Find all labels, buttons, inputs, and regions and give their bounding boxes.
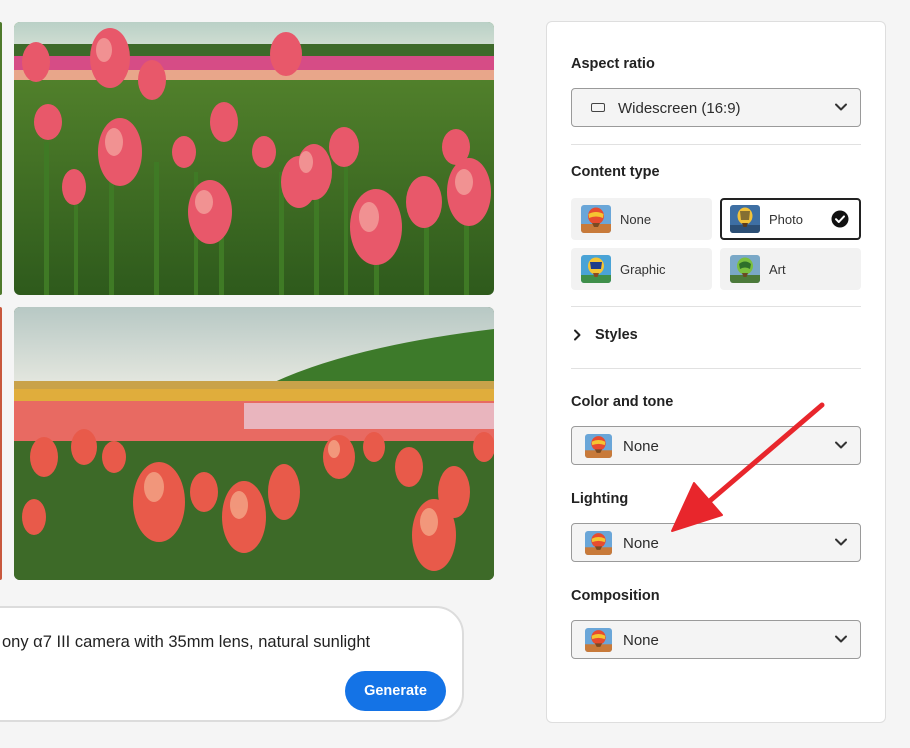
chevron-down-icon <box>835 441 847 449</box>
content-type-none[interactable]: None <box>571 198 712 240</box>
content-type-title: Content type <box>571 164 660 180</box>
balloon-thumbnail-icon <box>581 205 611 233</box>
lighting-value: None <box>623 535 659 552</box>
chevron-right-icon <box>574 329 581 341</box>
content-type-graphic[interactable]: Graphic <box>571 248 712 290</box>
balloon-thumbnail-icon <box>585 434 612 458</box>
settings-panel: Aspect ratio Widescreen (16:9) Content t… <box>546 21 886 723</box>
styles-label: Styles <box>595 327 638 343</box>
content-type-label: Graphic <box>620 262 666 277</box>
balloon-thumbnail-icon <box>585 628 612 652</box>
lighting-dropdown[interactable]: None <box>571 523 861 562</box>
composition-dropdown[interactable]: None <box>571 620 861 659</box>
divider <box>571 368 861 369</box>
content-type-label: None <box>620 212 652 227</box>
partial-image-left-top[interactable] <box>0 22 2 295</box>
divider <box>571 306 861 307</box>
generated-image-tulips-field[interactable] <box>14 307 494 580</box>
content-type-art[interactable]: Art <box>720 248 861 290</box>
color-and-tone-value: None <box>623 438 659 455</box>
chevron-down-icon <box>835 635 847 643</box>
prompt-text[interactable]: ony α7 III camera with 35mm lens, natura… <box>2 633 442 652</box>
partial-image-left-bottom[interactable] <box>0 307 2 580</box>
aspect-ratio-dropdown[interactable]: Widescreen (16:9) <box>571 88 861 127</box>
aspect-ratio-title: Aspect ratio <box>571 56 655 72</box>
composition-title: Composition <box>571 588 660 604</box>
chevron-down-icon <box>835 103 847 111</box>
color-and-tone-dropdown[interactable]: None <box>571 426 861 465</box>
content-type-label: Art <box>769 262 786 277</box>
styles-expander[interactable]: Styles <box>571 325 638 345</box>
prompt-box[interactable]: ony α7 III camera with 35mm lens, natura… <box>0 606 464 722</box>
content-type-photo[interactable]: Photo <box>720 198 861 240</box>
generate-button[interactable]: Generate <box>345 671 446 711</box>
balloon-art-thumbnail-icon <box>730 255 760 283</box>
content-type-label: Photo <box>769 212 803 227</box>
balloon-photo-thumbnail-icon <box>730 205 760 233</box>
divider <box>571 144 861 145</box>
balloon-graphic-thumbnail-icon <box>581 255 611 283</box>
balloon-thumbnail-icon <box>585 531 612 555</box>
composition-value: None <box>623 632 659 649</box>
checkmark-icon <box>831 210 849 228</box>
aspect-ratio-value: Widescreen (16:9) <box>618 100 741 117</box>
chevron-down-icon <box>835 538 847 546</box>
lighting-title: Lighting <box>571 491 629 507</box>
color-and-tone-title: Color and tone <box>571 394 674 410</box>
generated-image-tulips-closeup[interactable] <box>14 22 494 295</box>
widescreen-icon <box>591 103 605 112</box>
